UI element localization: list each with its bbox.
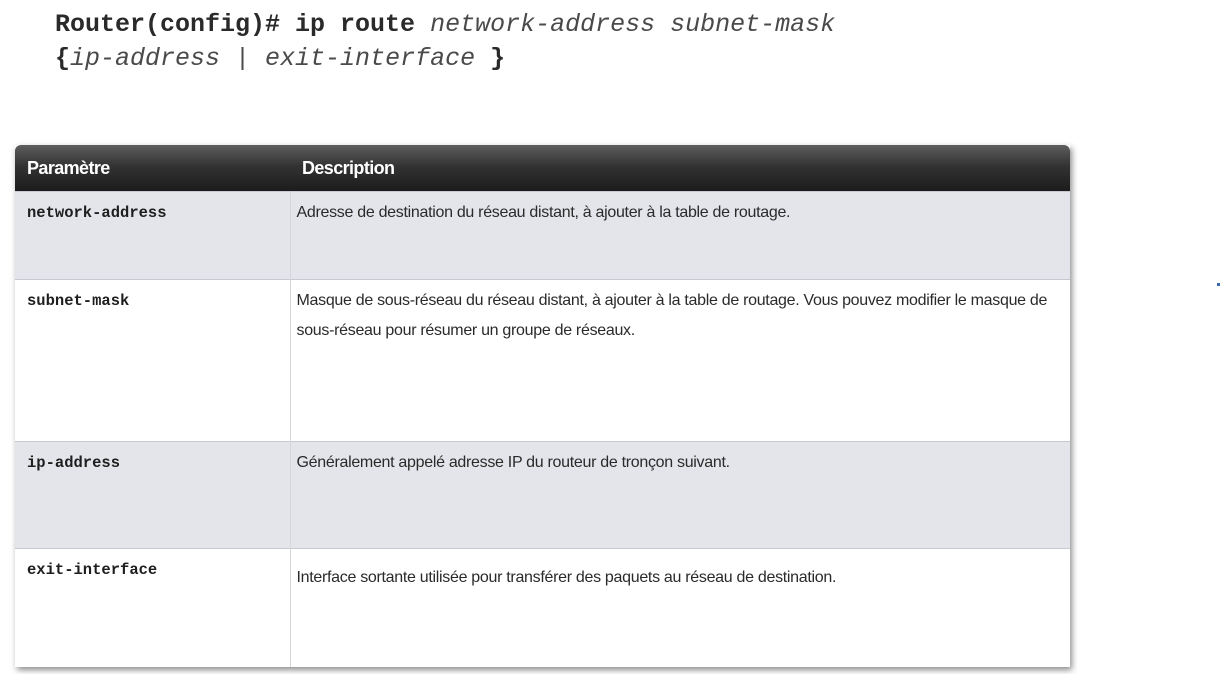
description-cell: Interface sortante utilisée pour transfé… [290,548,1070,667]
command-args-line2: ip-address | exit-interface [70,44,476,73]
param-cell: network-address [15,191,291,280]
command-syntax: Router(config)# ip route network-address… [55,8,835,76]
table-row: network-address Adresse de destination d… [15,191,1070,280]
table-header-row: Paramètre Description [15,145,1070,192]
description-cell: Adresse de destination du réseau distant… [290,191,1070,280]
param-cell: ip-address [15,441,291,549]
param-cell: exit-interface [15,548,291,667]
edge-artifact [1217,283,1220,286]
brace-close: } [490,44,506,73]
brace-open: { [55,44,71,73]
command-args-line1: network-address subnet-mask [430,10,836,39]
description-cell: Masque de sous-réseau du réseau distant,… [290,279,1070,442]
description-cell: Généralement appelé adresse IP du routeu… [290,441,1070,549]
table-row: ip-address Généralement appelé adresse I… [15,441,1070,549]
header-description: Description [290,145,1070,192]
param-cell: subnet-mask [15,279,291,442]
header-parametre: Paramètre [15,145,290,192]
table-row: exit-interface Interface sortante utilis… [15,548,1070,667]
command-prefix: Router(config)# ip route [55,10,431,39]
table-row: subnet-mask Masque de sous-réseau du rés… [15,279,1070,442]
parameters-table: Paramètre Description network-address Ad… [15,145,1070,667]
